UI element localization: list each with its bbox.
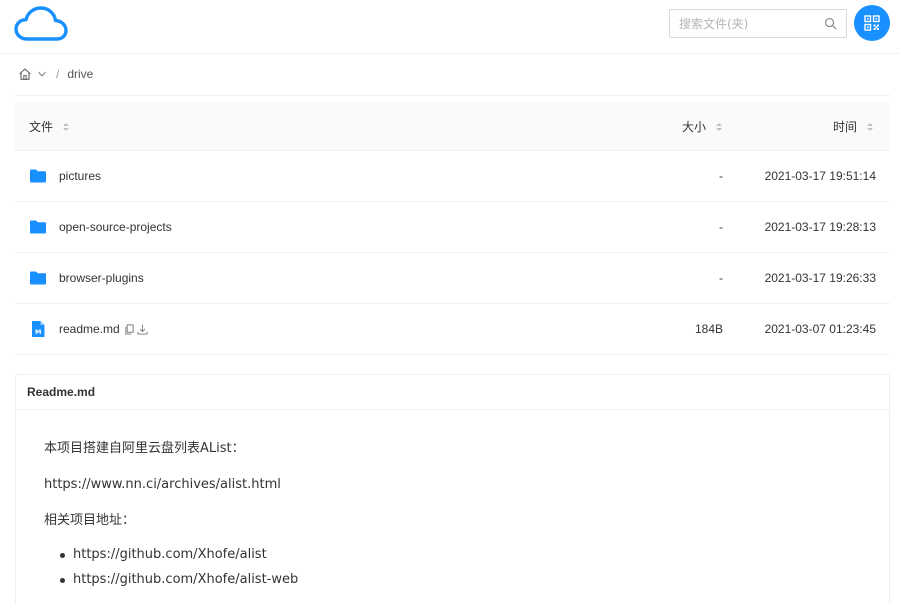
- file-size: -: [719, 169, 723, 183]
- file-name-cell: M readme.md: [29, 304, 150, 354]
- file-time: 2021-03-17 19:28:13: [764, 220, 876, 234]
- file-size: -: [719, 220, 723, 234]
- home-icon[interactable]: [18, 67, 32, 81]
- download-icon[interactable]: [137, 324, 148, 335]
- svg-text:M: M: [35, 328, 41, 336]
- file-name[interactable]: pictures: [59, 169, 101, 183]
- folder-icon: [30, 169, 46, 183]
- column-header-name[interactable]: 文件: [29, 102, 70, 151]
- file-name[interactable]: readme.md: [59, 322, 120, 336]
- readme-paragraph: 相关项目地址：: [44, 513, 136, 528]
- copy-icon[interactable]: [124, 323, 135, 335]
- folder-icon: [30, 271, 46, 285]
- file-name-cell: open-source-projects: [29, 202, 172, 252]
- search-icon[interactable]: [824, 17, 837, 30]
- file-actions: [124, 323, 150, 335]
- sort-icon[interactable]: [715, 121, 723, 133]
- list-item: https://github.com/Xhofe/alist-web: [44, 571, 889, 596]
- readme-card: Readme.md 本项目搭建自阿里云盘列表AList： https://www…: [15, 374, 890, 604]
- readme-paragraph: 本项目搭建自阿里云盘列表AList：: [44, 441, 245, 456]
- column-header-time[interactable]: 时间: [833, 102, 874, 151]
- table-row[interactable]: M readme.md 184B 2021-03-07 01:23:45: [15, 304, 890, 355]
- file-time: 2021-03-07 01:23:45: [764, 322, 876, 336]
- search-input[interactable]: [670, 10, 820, 37]
- file-name[interactable]: browser-plugins: [59, 271, 144, 285]
- table-row[interactable]: browser-plugins - 2021-03-17 19:26:33: [15, 253, 890, 304]
- file-time: 2021-03-17 19:26:33: [764, 271, 876, 285]
- breadcrumb: / drive: [18, 64, 93, 84]
- list-item: https://github.com/Xhofe/alist: [44, 546, 889, 571]
- breadcrumb-separator: /: [56, 67, 60, 81]
- folder-icon: [30, 220, 46, 234]
- readme-link-text: https://www.nn.ci/archives/alist.html: [44, 477, 281, 492]
- column-header-size[interactable]: 大小: [682, 102, 723, 151]
- search-box[interactable]: [669, 9, 847, 38]
- divider: [15, 95, 890, 96]
- table-row[interactable]: open-source-projects - 2021-03-17 19:28:…: [15, 202, 890, 253]
- file-name[interactable]: open-source-projects: [59, 220, 172, 234]
- readme-link-list: https://github.com/Xhofe/alist https://g…: [44, 546, 889, 596]
- sort-icon[interactable]: [62, 121, 70, 133]
- cloud-icon[interactable]: [14, 5, 68, 43]
- file-size: -: [719, 271, 723, 285]
- readme-link[interactable]: https://github.com/Xhofe/alist: [73, 547, 267, 562]
- table-header: 文件 大小 时间: [15, 102, 890, 151]
- qrcode-icon: [864, 15, 880, 31]
- table-row[interactable]: pictures - 2021-03-17 19:51:14: [15, 151, 890, 202]
- markdown-file-icon: M: [32, 321, 45, 337]
- readme-title: Readme.md: [16, 375, 889, 410]
- header: [0, 0, 900, 54]
- file-table: 文件 大小 时间 pictures - 2021-03-17 19:51:14: [15, 102, 890, 355]
- file-name-cell: browser-plugins: [29, 253, 144, 303]
- file-name-cell: pictures: [29, 151, 101, 201]
- sort-icon[interactable]: [866, 121, 874, 133]
- readme-content: 本项目搭建自阿里云盘列表AList： https://www.nn.ci/arc…: [16, 410, 889, 596]
- file-time: 2021-03-17 19:51:14: [764, 169, 876, 183]
- qrcode-button[interactable]: [854, 5, 890, 41]
- breadcrumb-current[interactable]: drive: [67, 67, 93, 81]
- file-size: 184B: [694, 322, 723, 336]
- readme-link[interactable]: https://github.com/Xhofe/alist-web: [73, 572, 298, 587]
- chevron-down-icon[interactable]: [37, 69, 47, 79]
